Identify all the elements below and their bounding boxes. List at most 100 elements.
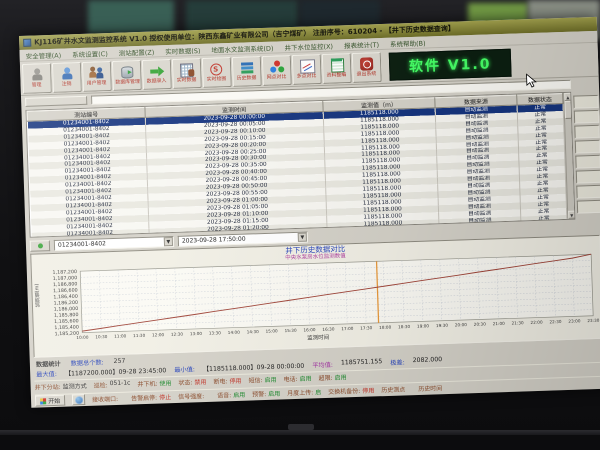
toolbar-button[interactable]: 管理 [22,62,52,93]
network-button[interactable] [72,394,85,405]
menu-item[interactable]: 地面水文监测系统(D) [211,42,273,54]
monitor-logo [288,424,314,430]
status-pair: 月度上传: 启 [287,387,321,397]
monitor-bezel [0,430,600,435]
svg-text:1,186,800: 1,186,800 [53,281,78,288]
status-pair: 电话: 启用 [283,373,311,383]
svg-text:22:30: 22:30 [549,319,562,324]
svg-text:11:00: 11:00 [114,333,127,338]
toolbar-button[interactable]: 多点对比 [292,54,322,85]
filter-button[interactable] [25,96,87,107]
status-pair: 井下机: 使用 [137,378,171,388]
status-pair-value: 监测方式 [63,381,87,391]
svg-text:20:30: 20:30 [474,321,487,326]
svg-text:1,187,000: 1,187,000 [53,275,78,282]
svg-text:16:30: 16:30 [322,327,335,332]
side-field[interactable] [574,110,599,124]
toolbar-button[interactable]: 网点对比 [262,54,292,85]
datetime-value: 2023-09-28 17:50:00 [182,235,246,244]
side-field[interactable] [574,125,599,139]
status-pair: 历史时间 [418,383,448,393]
status-pair-label: 语音: [217,390,231,399]
toolbar-button-label: 实时数据 [177,77,197,83]
toolbar-icon [178,63,194,77]
status-pair-value [407,384,411,393]
menu-item[interactable]: 实时数据(S) [165,44,201,55]
status-pair-value: 停用 [229,376,241,385]
toolbar-button[interactable]: 注销 [52,61,82,92]
scroll-up-icon[interactable]: ▲ [564,93,572,101]
toolbar-icon [268,60,284,74]
toolbar-button-label: 历史数据 [237,75,257,81]
side-field[interactable] [575,155,600,169]
toolbar-button[interactable]: 用户管理 [82,60,112,91]
svg-text:19:00: 19:00 [417,323,430,328]
status-pair-value [120,394,124,403]
toolbar-button[interactable]: 资料整编 [322,53,352,84]
scroll-down-icon[interactable]: ▼ [568,211,576,219]
side-field[interactable] [576,170,600,184]
menu-item[interactable]: 井下水位监控(X) [284,40,333,52]
svg-text:23:00: 23:00 [568,318,581,323]
query-button[interactable] [30,240,50,252]
side-field[interactable] [576,185,600,199]
start-button[interactable]: 开始 [35,395,65,407]
svg-text:13:00: 13:00 [190,331,203,336]
svg-text:15:00: 15:00 [266,328,279,333]
status-pair-value: 启用 [334,372,346,381]
status-pair-value [444,383,448,392]
chevron-down-icon[interactable]: ▼ [164,237,173,246]
status-pair-label: 交换机备份: [328,386,360,396]
status-pair: 状态: 禁用 [178,377,206,387]
toolbar-button[interactable]: 数据录入 [142,58,172,89]
toolbar-button[interactable]: 实时绘图 [202,56,232,87]
chevron-down-icon[interactable]: ▼ [298,232,307,241]
status-pair-value: 启用 [299,373,311,382]
menu-item[interactable]: 系统帮助(B) [390,37,426,48]
svg-text:1,186,200: 1,186,200 [53,300,78,307]
mouse-cursor [526,73,538,93]
status-pair-value: 启用 [233,390,245,399]
side-panel [573,95,600,214]
toolbar-button-label: 实时绘图 [207,76,227,82]
svg-text:20:00: 20:00 [455,322,468,327]
avg-label: 平均值: [312,360,333,370]
menu-item[interactable]: 系统设置(C) [72,48,108,59]
toolbar-button-label: 退出系统 [357,71,377,77]
toolbar-icon [208,62,224,76]
app-icon [23,39,31,47]
toolbar-button[interactable]: 退出系统 [352,52,382,83]
svg-text:21:30: 21:30 [512,320,525,325]
toolbar-button-label: 多点对比 [297,73,317,79]
svg-text:14:00: 14:00 [228,330,241,335]
side-field[interactable] [577,200,600,214]
led-banner: 软件 V1.0 [389,48,512,80]
scroll-thumb[interactable] [564,101,573,119]
status-pair-value: 启 [315,387,321,396]
svg-text:18:00: 18:00 [379,325,392,330]
side-field[interactable] [575,140,600,154]
toolbar-button-label: 资料整编 [327,72,347,78]
side-field[interactable] [573,95,598,109]
datetime-picker[interactable]: 2023-09-28 17:50:00 ▼ [178,231,308,246]
toolbar-button[interactable]: 数据库管理 [112,59,142,90]
status-pair: 超限: 启用 [318,372,346,382]
max-label: 最大值: [36,369,57,379]
menu-item[interactable]: 测站配置(Z) [119,46,155,57]
status-pair: 信号强度: [178,391,210,401]
svg-text:21:00: 21:00 [493,321,506,326]
menu-item[interactable]: 安全管理(A) [25,49,61,60]
toolbar-button[interactable]: 实时数据 [172,57,202,88]
status-pair-label: 巡检: [94,380,108,389]
svg-text:1,185,800: 1,185,800 [54,312,79,319]
status-pair: 井下分站: 监测方式 [35,381,87,392]
status-pair-value [206,391,210,400]
toolbar-button[interactable]: 历史数据 [232,55,262,86]
status-pair: 预警: 启用 [252,389,280,399]
start-button-label: 开始 [48,396,60,405]
status-pair: 巡检: 051-1c [94,379,131,389]
menu-item[interactable]: 报表统计(T) [344,39,379,50]
svg-text:12:00: 12:00 [152,332,165,337]
svg-text:14:30: 14:30 [247,329,260,334]
station-combo[interactable]: 01234001-8402 ▼ [54,235,174,250]
